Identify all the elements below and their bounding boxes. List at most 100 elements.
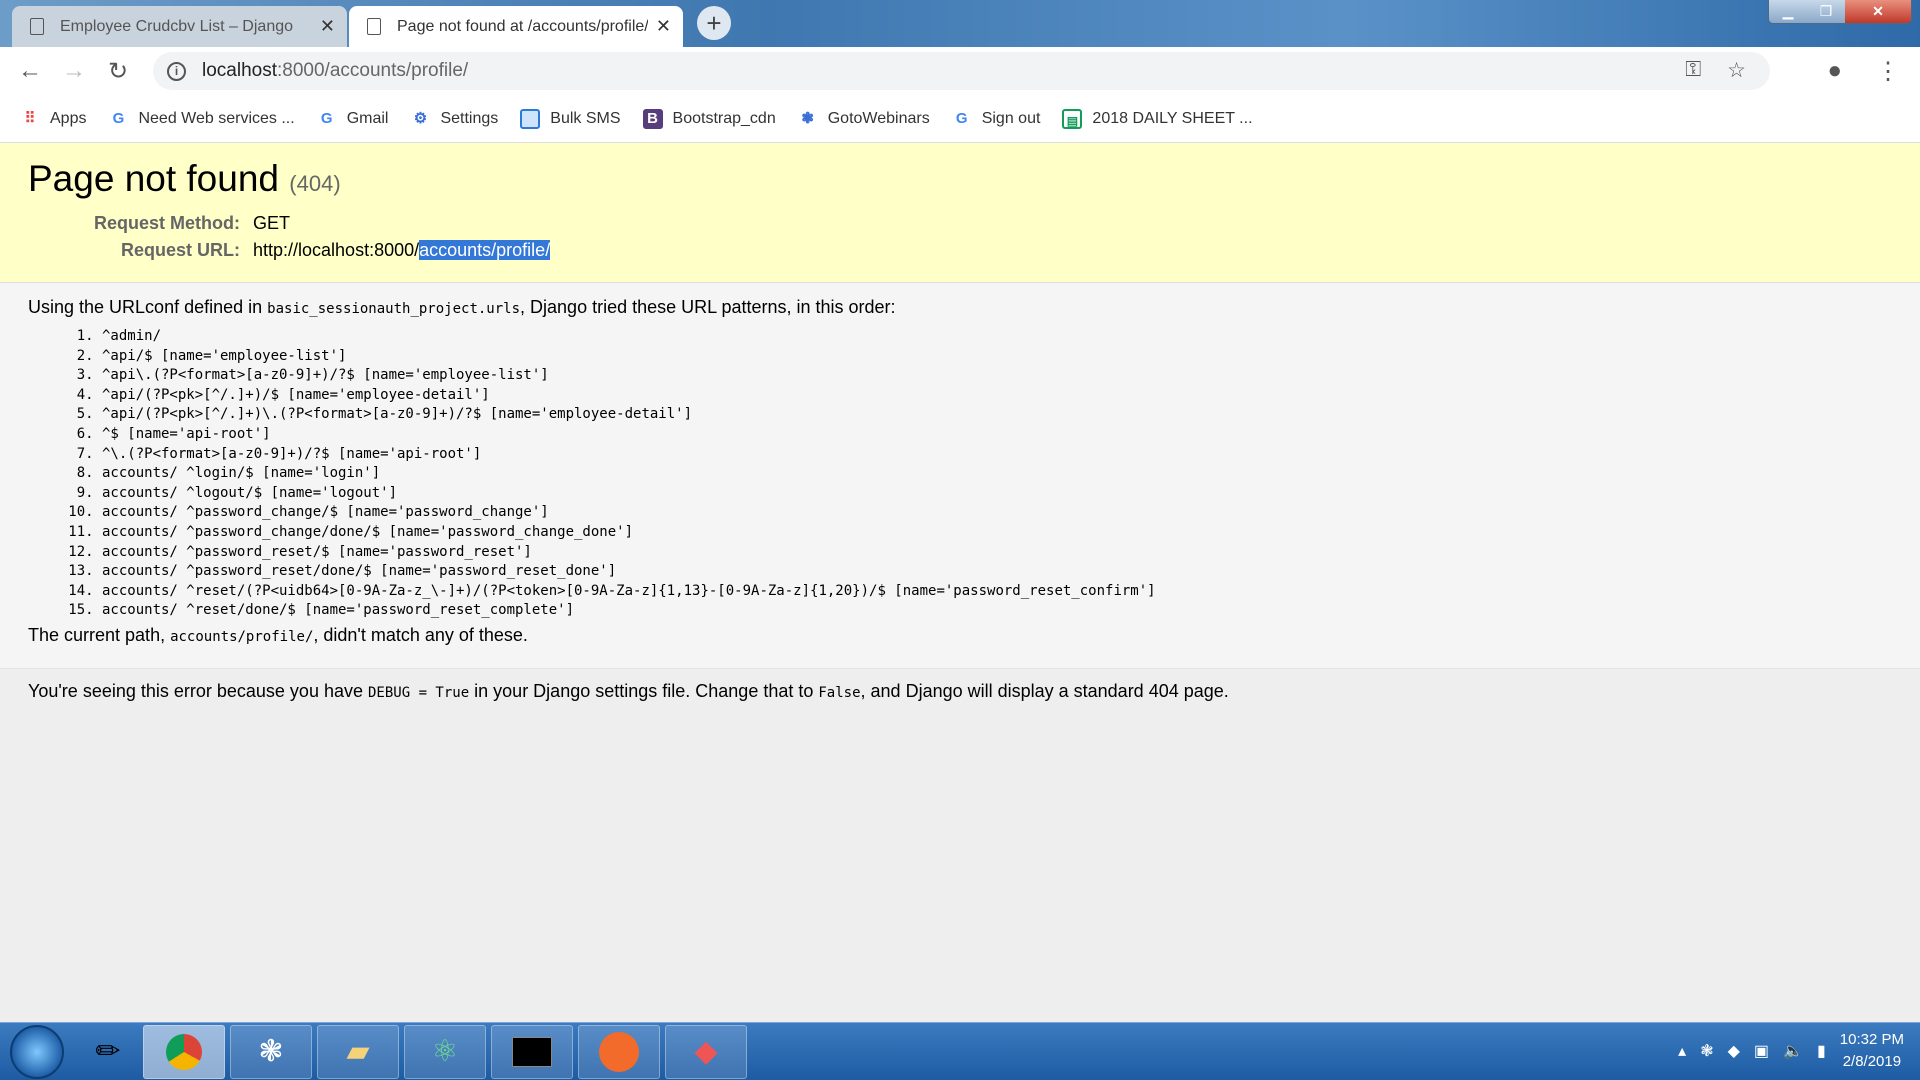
google-icon: G xyxy=(112,110,125,127)
tab-title: Page not found at /accounts/profile/ xyxy=(397,17,648,35)
explain-text: , and Django will display a standard 404… xyxy=(860,681,1229,701)
explain-text: You're seeing this error because you hav… xyxy=(28,681,368,701)
tab-page-not-found[interactable]: Page not found at /accounts/profile/ ✕ xyxy=(349,6,683,47)
url-pattern-item: ^api\.(?P<format>[a-z0-9]+)/?$ [name='em… xyxy=(102,366,1892,386)
apps-grid-icon: ⠿ xyxy=(24,110,36,127)
bookmark-label: Gmail xyxy=(346,110,389,127)
clock[interactable]: 10:32 PM 2/8/2019 xyxy=(1840,1029,1904,1073)
info-icon[interactable]: i xyxy=(167,61,186,81)
url-pattern-item: accounts/ ^login/$ [name='login'] xyxy=(102,464,1892,484)
url-pattern-list: ^admin/^api/$ [name='employee-list']^api… xyxy=(102,327,1892,621)
current-path-note: The current path, accounts/profile/, did… xyxy=(28,625,1892,646)
bookmark-label: Sign out xyxy=(981,110,1041,127)
address-bar[interactable]: i localhost:8000/accounts/profile/ ⚿ ☆ xyxy=(153,52,1770,90)
power-icon[interactable]: ▮ xyxy=(1817,1041,1826,1061)
browser-titlebar: Employee Crudcbv List – Django ✕ Page no… xyxy=(0,0,1920,47)
network-icon[interactable]: ▣ xyxy=(1754,1041,1769,1061)
debug-setting: DEBUG = True xyxy=(368,685,470,701)
url-pattern-item: ^api/(?P<pk>[^/.]+)/$ [name='employee-de… xyxy=(102,386,1892,406)
bookmark-label: Bootstrap_cdn xyxy=(672,110,776,127)
bookmark-bootstrap-cdn[interactable]: B Bootstrap_cdn xyxy=(642,109,776,129)
bootstrap-icon: B xyxy=(642,109,663,129)
bookmark-gotowebinars[interactable]: ❃ GotoWebinars xyxy=(798,109,930,129)
urlconf-module: basic_sessionauth_project.urls xyxy=(267,301,521,317)
new-tab-button[interactable]: + xyxy=(697,6,731,40)
url-pattern-item: accounts/ ^password_reset/$ [name='passw… xyxy=(102,543,1892,563)
url-pattern-item: ^$ [name='api-root'] xyxy=(102,425,1892,445)
tab-employee-list[interactable]: Employee Crudcbv List – Django ✕ xyxy=(12,6,347,47)
start-button[interactable] xyxy=(10,1024,64,1079)
postman-icon[interactable] xyxy=(578,1024,660,1079)
url-patterns-section: Using the URLconf defined in basic_sessi… xyxy=(0,283,1920,669)
system-tray: ▴ ❃ ◆ ▣ 🔈 ▮ 10:32 PM 2/8/2019 xyxy=(1678,1029,1904,1073)
url-pattern-item: accounts/ ^password_reset/done/$ [name='… xyxy=(102,562,1892,582)
window-controls: ▁ ❐ ✕ xyxy=(1768,0,1912,24)
reload-icon[interactable]: ↻ xyxy=(96,57,140,86)
debug-explanation: You're seeing this error because you hav… xyxy=(0,669,1920,1022)
restore-button[interactable]: ❐ xyxy=(1807,0,1845,23)
close-tab-icon[interactable]: ✕ xyxy=(656,16,671,37)
request-method-value: GET xyxy=(253,213,291,233)
bookmark-gmail[interactable]: G Gmail xyxy=(317,109,389,129)
url-path: :8000/accounts/profile/ xyxy=(277,60,469,81)
note-text: , didn't match any of these. xyxy=(313,624,528,645)
bookmark-app-icon xyxy=(520,109,541,129)
clock-time: 10:32 PM xyxy=(1839,1031,1904,1048)
document-icon xyxy=(30,18,44,35)
explain-text: in your Django settings file. Change tha… xyxy=(469,681,819,701)
profile-icon[interactable]: ● xyxy=(1828,57,1843,86)
bookmark-settings[interactable]: ⚙ Settings xyxy=(410,109,499,129)
gear-icon: ⚙ xyxy=(413,110,428,127)
url-pattern-item: accounts/ ^reset/done/$ [name='password_… xyxy=(102,601,1892,621)
close-window-button[interactable]: ✕ xyxy=(1845,0,1911,23)
bookmark-label: Bulk SMS xyxy=(550,110,621,127)
file-explorer-icon[interactable]: ▰ xyxy=(317,1024,399,1079)
url-pattern-item: accounts/ ^password_change/$ [name='pass… xyxy=(102,503,1892,523)
url-prefix: http://localhost:8000/ xyxy=(253,240,420,260)
minimize-button[interactable]: ▁ xyxy=(1769,0,1807,23)
status-code: (404) xyxy=(289,171,341,196)
url-pattern-item: ^api/(?P<pk>[^/.]+)\.(?P<format>[a-z0-9]… xyxy=(102,405,1892,425)
bookmark-label: GotoWebinars xyxy=(827,110,930,127)
urlconf-intro: Using the URLconf defined in basic_sessi… xyxy=(28,297,1892,318)
webinar-icon: ❃ xyxy=(801,110,814,127)
url-pattern-item: accounts/ ^password_change/done/$ [name=… xyxy=(102,523,1892,543)
page-title: Page not found (404) xyxy=(28,158,1892,200)
atom-editor-icon[interactable]: ⚛ xyxy=(404,1024,486,1079)
bookmark-sign-out[interactable]: G Sign out xyxy=(952,109,1041,129)
sheets-icon: ▤ xyxy=(1062,109,1083,129)
command-prompt-icon[interactable] xyxy=(491,1024,573,1079)
star-icon[interactable]: ☆ xyxy=(1727,58,1746,83)
url-host: localhost xyxy=(202,60,277,81)
google-icon: G xyxy=(320,110,333,127)
forward-icon[interactable]: → xyxy=(52,57,96,86)
document-icon xyxy=(367,18,381,35)
bookmark-label: Apps xyxy=(50,110,87,127)
bookmark-label: 2018 DAILY SHEET ... xyxy=(1092,110,1253,127)
bookmark-need-web-services[interactable]: G Need Web services ... xyxy=(108,109,295,129)
clock-date: 2/8/2019 xyxy=(1842,1053,1902,1070)
bookmark-apps[interactable]: ⠿ Apps xyxy=(20,109,87,129)
title-text: Page not found xyxy=(28,158,279,199)
google-icon: G xyxy=(955,110,968,127)
browser-toolbar: ← → ↻ i localhost:8000/accounts/profile/… xyxy=(0,47,1920,96)
intro-text: Using the URLconf defined in xyxy=(28,297,268,317)
chrome-icon[interactable] xyxy=(143,1024,225,1079)
back-icon[interactable]: ← xyxy=(8,57,52,86)
selected-url-text[interactable]: accounts/profile/ xyxy=(419,240,551,260)
bookmark-daily-sheet[interactable]: ▤ 2018 DAILY SHEET ... xyxy=(1062,109,1253,129)
app-launcher-icon[interactable]: ◆ xyxy=(665,1024,747,1079)
settings-app-icon[interactable]: ❃ xyxy=(230,1024,312,1079)
bookmark-bulk-sms[interactable]: Bulk SMS xyxy=(520,109,621,129)
paint-app-icon[interactable]: ✏ xyxy=(78,1025,138,1079)
volume-icon[interactable]: 🔈 xyxy=(1783,1041,1803,1061)
menu-icon[interactable]: ⋮ xyxy=(1876,57,1900,86)
key-icon[interactable]: ⚿ xyxy=(1685,58,1701,83)
bookmark-label: Need Web services ... xyxy=(138,110,295,127)
tray-app-icon[interactable]: ❃ xyxy=(1700,1041,1713,1061)
current-path: accounts/profile/ xyxy=(170,628,314,645)
show-hidden-icons[interactable]: ▴ xyxy=(1678,1041,1686,1061)
note-text: The current path, xyxy=(28,624,171,645)
tray-app-icon[interactable]: ◆ xyxy=(1728,1041,1740,1061)
close-tab-icon[interactable]: ✕ xyxy=(320,16,335,37)
